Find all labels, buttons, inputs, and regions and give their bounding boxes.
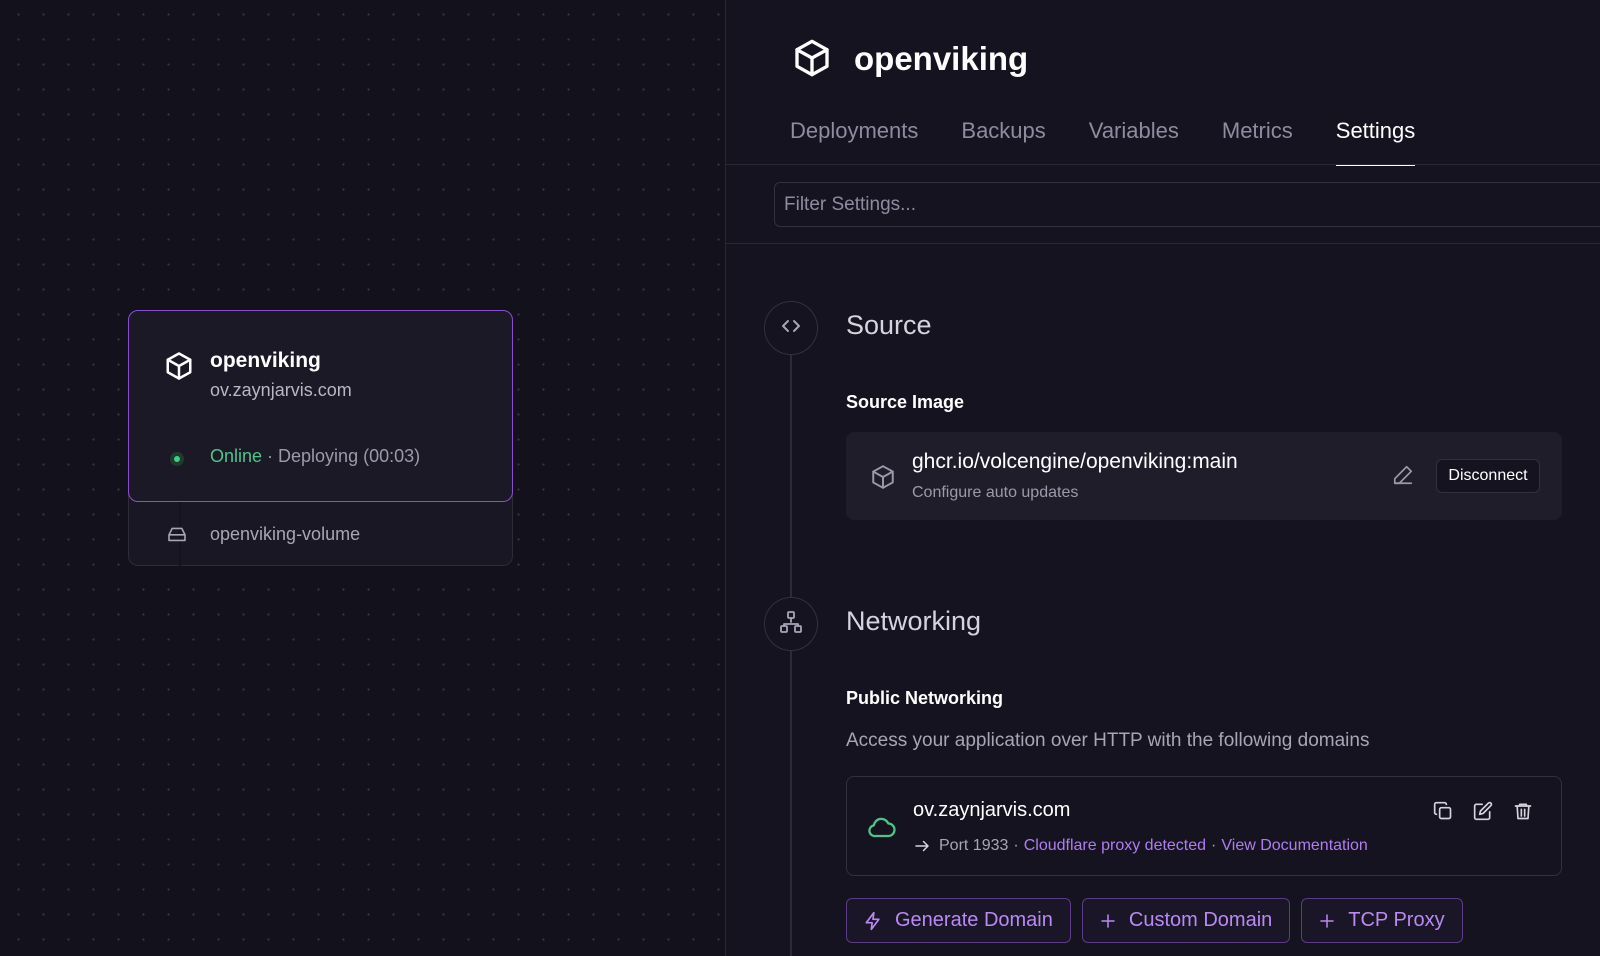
tab-variables[interactable]: Variables	[1089, 118, 1179, 166]
source-title: Source	[846, 310, 932, 340]
arrow-right-icon	[913, 837, 931, 855]
cloudflare-proxy-link[interactable]: Cloudflare proxy detected	[1024, 837, 1206, 855]
tab-metrics[interactable]: Metrics	[1222, 118, 1293, 166]
service-panel: openviking Deployments Backups Variables…	[726, 0, 1600, 956]
networking-section-icon	[764, 597, 818, 651]
domain-name: ov.zaynjarvis.com	[913, 799, 1071, 821]
filter-settings-input[interactable]	[774, 182, 1600, 227]
port-text: Port 1933	[939, 837, 1009, 854]
project-canvas[interactable]: openviking ov.zaynjarvis.com Online · De…	[0, 0, 725, 956]
volume-name: openviking-volume	[210, 524, 361, 544]
configure-auto-updates-link[interactable]: Configure auto updates	[912, 484, 1078, 502]
status-dot-icon	[170, 452, 184, 466]
tabs-divider	[726, 164, 1600, 165]
service-name: openviking	[210, 349, 321, 372]
copy-icon[interactable]	[1433, 801, 1455, 823]
tcp-proxy-label: TCP Proxy	[1348, 909, 1445, 931]
cloud-icon	[867, 813, 897, 844]
cube-icon	[164, 351, 194, 386]
tcp-proxy-button[interactable]: TCP Proxy	[1301, 898, 1463, 943]
source-image-label: Source Image	[846, 392, 965, 412]
status-online: Online	[210, 446, 263, 466]
section-timeline	[790, 350, 792, 956]
service-domain: ov.zaynjarvis.com	[210, 380, 352, 400]
edit-pencil-icon[interactable]	[1392, 464, 1414, 491]
source-section-icon	[764, 301, 818, 355]
cube-icon	[792, 38, 832, 83]
separator-dot: ·	[1013, 837, 1019, 854]
filter-divider	[726, 243, 1600, 244]
status-deploying: · Deploying (00:03)	[262, 446, 421, 466]
networking-actions: Generate Domain Custom Domain TCP Proxy	[846, 898, 1474, 943]
tab-backups[interactable]: Backups	[961, 118, 1045, 166]
custom-domain-button[interactable]: Custom Domain	[1081, 898, 1291, 943]
service-node[interactable]: openviking ov.zaynjarvis.com Online · De…	[128, 310, 513, 566]
public-networking-label: Public Networking	[846, 688, 1004, 708]
service-status: Online · Deploying (00:03)	[210, 446, 420, 467]
source-image-box: ghcr.io/volcengine/openviking:main Confi…	[846, 432, 1562, 520]
hard-drive-icon	[167, 526, 187, 547]
network-icon	[779, 610, 803, 639]
package-icon	[870, 464, 896, 495]
plus-icon	[1318, 912, 1336, 930]
page-title: openviking	[854, 40, 1029, 77]
lightning-icon	[863, 911, 883, 931]
generate-domain-label: Generate Domain	[895, 909, 1053, 931]
custom-domain-label: Custom Domain	[1128, 909, 1273, 931]
code-icon	[779, 314, 803, 343]
tab-deployments[interactable]: Deployments	[790, 118, 918, 166]
edit-icon[interactable]	[1473, 801, 1495, 823]
source-image-name: ghcr.io/volcengine/openviking:main	[912, 450, 1238, 473]
domain-entry: ov.zaynjarvis.com Port 1933 · Cloudflare…	[846, 776, 1562, 876]
view-documentation-link[interactable]: View Documentation	[1221, 837, 1367, 855]
domain-actions	[1433, 801, 1553, 823]
plus-icon	[1099, 912, 1117, 930]
generate-domain-button[interactable]: Generate Domain	[846, 898, 1071, 943]
networking-description: Access your application over HTTP with t…	[846, 730, 1370, 751]
disconnect-button[interactable]: Disconnect	[1436, 459, 1540, 493]
service-card[interactable]: openviking ov.zaynjarvis.com Online · De…	[128, 310, 513, 502]
tab-settings[interactable]: Settings	[1335, 118, 1416, 166]
networking-title: Networking	[846, 606, 982, 636]
trash-icon[interactable]	[1513, 801, 1535, 823]
tab-bar: Deployments Backups Variables Metrics Se…	[790, 118, 1458, 166]
separator-dot: ·	[1211, 837, 1217, 854]
domain-meta: Port 1933 · Cloudflare proxy detected · …	[913, 837, 1368, 855]
